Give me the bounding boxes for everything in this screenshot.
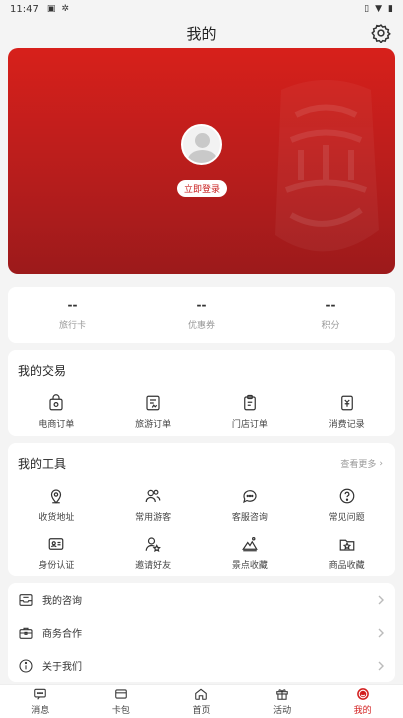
item-label: 收货地址 (38, 513, 75, 523)
message-icon (34, 688, 47, 700)
menu-label: 商务合作 (42, 629, 82, 640)
sim-icon: ▣ (46, 4, 56, 14)
tab-activity[interactable]: 活动 (242, 685, 323, 718)
item-label: 电商订单 (38, 420, 75, 430)
ecommerce-order-button[interactable]: 电商订单 (8, 394, 105, 430)
item-label: 常用游客 (135, 513, 172, 523)
status-time: 11:47 (10, 3, 39, 15)
product-favorite-icon (339, 539, 354, 551)
scenic-favorites-button[interactable]: 景点收藏 (202, 535, 299, 571)
item-label: 身份认证 (38, 561, 75, 571)
item-label: 商品收藏 (328, 561, 365, 571)
item-label: 消费记录 (328, 420, 365, 430)
order-bag-icon (49, 394, 63, 411)
stat-value: -- (67, 297, 78, 312)
view-more-link[interactable]: 查看更多 › (340, 457, 383, 471)
briefcase-icon (19, 627, 33, 639)
tools-title: 我的工具 (18, 457, 67, 471)
stat-coupon[interactable]: -- 优惠券 (137, 287, 266, 343)
gear-icon[interactable] (371, 23, 391, 43)
inbox-icon (19, 593, 33, 606)
invite-friends-button[interactable]: 邀请好友 (105, 535, 202, 571)
product-favorites-button[interactable]: 商品收藏 (298, 535, 395, 571)
chevron-right-icon: › (379, 458, 383, 469)
consumption-record-button[interactable]: 消费记录 (298, 394, 395, 430)
about-us-row[interactable]: 关于我们 (8, 649, 395, 682)
card-wallet-icon (115, 689, 127, 699)
stat-points[interactable]: -- 积分 (266, 287, 395, 343)
tab-card-wallet[interactable]: 卡包 (81, 685, 162, 718)
status-bar: 11:47 ▣ ✲ ▯ ▼ ▮ (0, 0, 403, 18)
vibrate-icon: ▯ (364, 4, 370, 14)
my-consultation-row[interactable]: 我的咨询 (8, 583, 395, 616)
store-order-icon (244, 394, 256, 411)
smile-icon (356, 688, 369, 700)
stats-card: -- 旅行卡 -- 优惠券 -- 积分 (8, 287, 395, 343)
item-label: 邀请好友 (135, 561, 172, 571)
consumption-record-icon (340, 395, 353, 411)
business-cooperation-row[interactable]: 商务合作 (8, 616, 395, 649)
item-label: 客服咨询 (231, 513, 268, 523)
stat-value: -- (325, 297, 336, 312)
stat-value: -- (196, 297, 207, 312)
chevron-right-icon (378, 628, 384, 637)
users-icon (145, 489, 161, 503)
home-icon (195, 688, 208, 700)
tab-label: 活动 (273, 706, 292, 716)
pavilion-watermark-icon (275, 80, 379, 252)
address-button[interactable]: 收货地址 (8, 487, 105, 523)
tab-mine[interactable]: 我的 (322, 685, 403, 718)
item-label: 景点收藏 (231, 561, 268, 571)
bottom-tab-bar: 消息 卡包 首页 活动 我的 (0, 684, 403, 718)
tab-label: 消息 (31, 706, 50, 716)
travel-order-button[interactable]: 旅游订单 (105, 394, 202, 430)
id-card-icon (49, 538, 64, 550)
tab-messages[interactable]: 消息 (0, 685, 81, 718)
avatar[interactable] (181, 124, 222, 165)
faq-button[interactable]: 常见问题 (298, 487, 395, 523)
tab-home[interactable]: 首页 (161, 685, 242, 718)
invite-friend-icon (145, 537, 162, 553)
top-nav: 我的 (0, 18, 403, 48)
wifi-icon: ▼ (375, 4, 383, 14)
chevron-right-icon (378, 595, 384, 604)
menu-list: 我的咨询 商务合作 关于我们 (8, 583, 395, 682)
tab-label: 卡包 (111, 706, 130, 716)
item-label: 旅游订单 (135, 420, 172, 430)
location-pin-icon (51, 489, 62, 504)
question-icon (339, 488, 354, 504)
login-button[interactable]: 立即登录 (177, 180, 227, 197)
item-label: 门店订单 (231, 420, 268, 430)
menu-label: 我的咨询 (42, 596, 82, 607)
identity-auth-button[interactable]: 身份认证 (8, 535, 105, 571)
profile-hero: 立即登录 (8, 48, 395, 274)
stat-label: 优惠券 (187, 320, 215, 331)
gift-icon (276, 689, 288, 700)
bug-icon: ✲ (61, 4, 69, 14)
tools-card: 我的工具 查看更多 › 收货地址 常用游客 客服咨询 常见问题 身份认证 邀请好… (8, 443, 395, 576)
store-order-button[interactable]: 门店订单 (202, 394, 299, 430)
stat-label: 旅行卡 (58, 320, 86, 331)
info-icon (19, 658, 33, 673)
tab-label: 首页 (192, 706, 211, 716)
chevron-right-icon (378, 661, 384, 670)
stat-travel-card[interactable]: -- 旅行卡 (8, 287, 137, 343)
tab-label: 我的 (353, 706, 372, 716)
transactions-card: 我的交易 电商订单 旅游订单 门店订单 消费记录 (8, 350, 395, 436)
view-more-label: 查看更多 (340, 460, 377, 470)
battery-icon: ▮ (388, 4, 393, 14)
chat-bubble-icon (242, 490, 257, 504)
transactions-title: 我的交易 (18, 364, 67, 378)
frequent-visitors-button[interactable]: 常用游客 (105, 487, 202, 523)
stat-label: 积分 (321, 320, 340, 331)
travel-order-icon (146, 395, 160, 411)
customer-service-button[interactable]: 客服咨询 (202, 487, 299, 523)
page-title: 我的 (186, 24, 217, 43)
mountain-icon (242, 537, 258, 552)
item-label: 常见问题 (328, 513, 365, 523)
menu-label: 关于我们 (42, 662, 82, 673)
